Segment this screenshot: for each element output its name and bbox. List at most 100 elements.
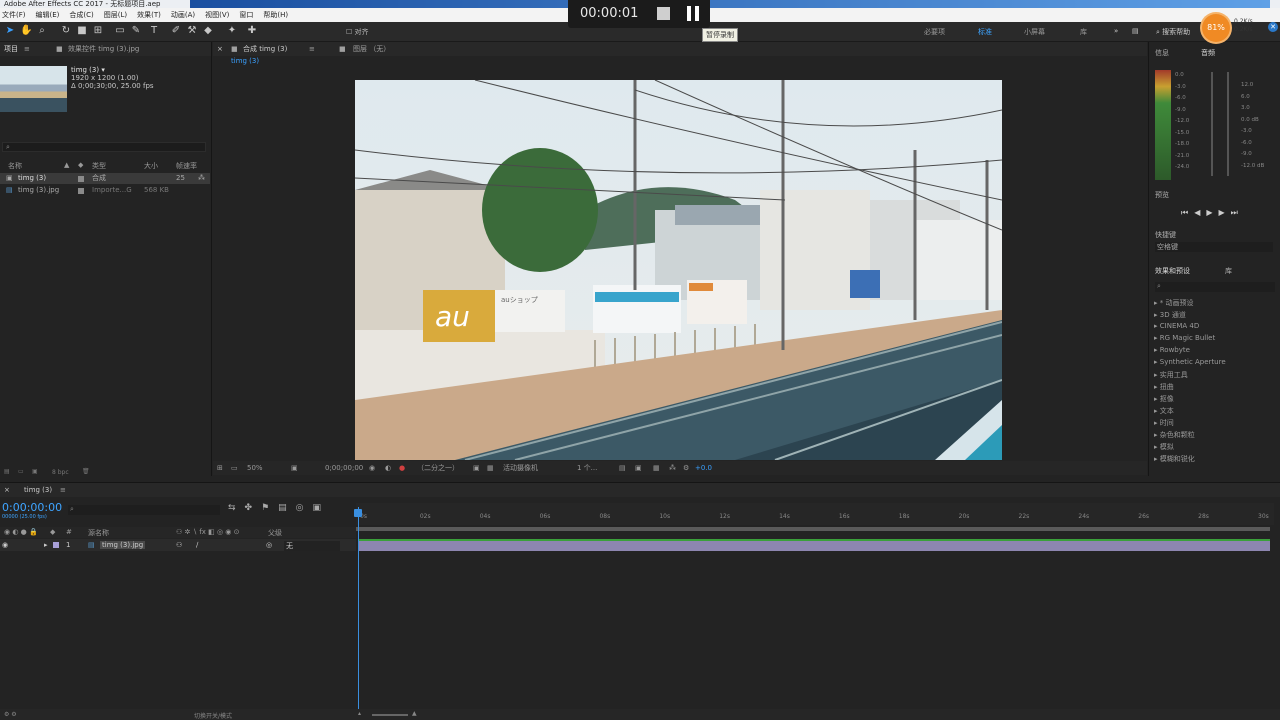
new-composition-icon[interactable]: ▣ (32, 468, 38, 475)
effect-category[interactable]: ▸ * 动画预设 (1154, 298, 1193, 308)
tab-composition[interactable]: 合成 timg (3) (243, 42, 287, 56)
visibility-toggle-icon[interactable]: ◉ (2, 541, 8, 549)
camera-tool-icon[interactable]: ■ (76, 25, 88, 37)
layer-switches-icon[interactable]: ⚙ ⚙ (4, 711, 17, 718)
tab-audio[interactable]: 音频 (1201, 48, 1215, 58)
color-depth[interactable]: 8 bpc (52, 469, 69, 476)
timeline-search-input[interactable]: ⌕ (68, 505, 220, 515)
project-row-composition[interactable]: ▣ timg (3) 合成 25 ⁂ (0, 173, 210, 184)
zoom-out-icon[interactable]: ▴ (358, 710, 361, 717)
stop-recording-button[interactable] (657, 7, 670, 20)
composition-frame[interactable]: au auショップ (355, 80, 1002, 460)
expand-arrow-icon[interactable]: ▸ (44, 541, 48, 549)
zoom-in-icon[interactable]: ▲ (412, 710, 417, 717)
interpret-footage-icon[interactable]: ▤ (4, 468, 10, 475)
close-widget-icon[interactable]: ✕ (1268, 22, 1278, 32)
trash-icon[interactable]: 🗑 (82, 468, 90, 475)
effect-category[interactable]: ▸ CINEMA 4D (1154, 322, 1199, 330)
quality-switch-icon[interactable]: ∕ (196, 541, 198, 549)
timeline-icon[interactable]: ▦ (653, 461, 660, 475)
tab-timeline[interactable]: timg (3) (24, 483, 52, 497)
menu-help[interactable]: 帮助(H) (263, 8, 288, 22)
pixel-aspect-icon[interactable]: ▤ (619, 461, 626, 475)
always-preview-icon[interactable]: ⊞ (217, 461, 223, 475)
fast-previews-icon[interactable]: ▣ (635, 461, 642, 475)
timeline-current-time[interactable]: 0:00:00:00 (2, 501, 62, 514)
close-tab-icon[interactable]: × (4, 483, 10, 497)
color-channel-icon[interactable]: ● (399, 461, 405, 475)
pen-tool-icon[interactable]: ✎ (130, 25, 142, 37)
col-name[interactable]: 名称 (8, 161, 22, 171)
effect-category[interactable]: ▸ 实用工具 (1154, 370, 1188, 380)
col-parent[interactable]: 父级 (268, 528, 282, 538)
snap-checkbox[interactable]: ☐ 对齐 (346, 27, 369, 37)
hand-tool-icon[interactable]: ✋ (20, 25, 32, 37)
project-search-input[interactable]: ⌕ (2, 142, 206, 152)
lock-icon[interactable]: ■ (231, 42, 238, 56)
col-source-name[interactable]: 源名称 (88, 528, 109, 538)
selection-tool-icon[interactable]: ➤ (4, 25, 16, 37)
col-size[interactable]: 大小 (144, 161, 158, 171)
zoom-tool-icon[interactable]: ⌕ (36, 25, 48, 37)
rotate-tool-icon[interactable]: ↻ (60, 25, 72, 37)
toggle-switches-modes[interactable]: 切换开关/模式 (194, 711, 232, 720)
effect-category[interactable]: ▸ 抠像 (1154, 394, 1174, 404)
effect-category[interactable]: ▸ 扭曲 (1154, 382, 1174, 392)
tab-effects-presets[interactable]: 效果和预设 (1155, 266, 1190, 276)
shortcut-dropdown[interactable]: 空格键 (1155, 242, 1273, 252)
flowchart-icon[interactable]: ⁂ (198, 173, 205, 184)
menu-layer[interactable]: 图层(L) (104, 8, 127, 22)
sync-icon[interactable]: ▤ (1132, 27, 1139, 35)
layer-duration-bar[interactable] (358, 539, 1270, 551)
tab-library[interactable]: 库 (1225, 266, 1232, 276)
parent-pickwhip-icon[interactable]: ◎ (266, 541, 272, 549)
flowchart-icon[interactable]: ⁂ (669, 461, 676, 475)
menu-file[interactable]: 文件(F) (2, 8, 26, 22)
tab-effect-controls[interactable]: 效果控件 timg (3).jpg (68, 42, 139, 56)
rectangle-tool-icon[interactable]: ▭ (114, 25, 126, 37)
workspace-standard[interactable]: 标准 (978, 27, 992, 37)
parent-dropdown[interactable]: 无 (284, 541, 340, 551)
clone-stamp-tool-icon[interactable]: ⚒ (186, 25, 198, 37)
menu-view[interactable]: 视图(V) (205, 8, 229, 22)
effects-search-input[interactable]: ⌕ (1155, 282, 1275, 292)
tab-preview[interactable]: 预览 (1155, 190, 1169, 200)
panel-menu-icon[interactable]: ≡ (24, 42, 30, 56)
audio-slider-left[interactable] (1211, 72, 1213, 176)
menu-animation[interactable]: 动画(A) (171, 8, 195, 22)
col-type[interactable]: 类型 (92, 161, 106, 171)
workspace-libraries[interactable]: 库 (1080, 27, 1087, 37)
comp-breadcrumb[interactable]: timg (3) (231, 57, 259, 65)
region-icon[interactable]: ▣ (291, 461, 298, 475)
cpu-usage-badge[interactable]: 81% (1202, 14, 1230, 42)
shy-switch-icon[interactable]: ⚇ (176, 541, 182, 549)
menu-effect[interactable]: 效果(T) (137, 8, 161, 22)
effect-category[interactable]: ▸ 杂色和颗粒 (1154, 430, 1195, 440)
effect-category[interactable]: ▸ 3D 通道 (1154, 310, 1186, 320)
pause-recording-button[interactable] (687, 6, 701, 21)
snapshot-icon[interactable]: ◉ (369, 461, 375, 475)
selected-item-name[interactable]: timg (3) ▾ (71, 66, 154, 74)
panel-menu-icon[interactable]: ≡ (309, 42, 315, 56)
new-folder-icon[interactable]: ▭ (18, 468, 24, 475)
tab-info[interactable]: 信息 (1155, 48, 1169, 58)
roi-icon[interactable]: ▣ (473, 461, 480, 475)
layer-row[interactable]: ◉ ▸ 1 ▤ timg (3).jpg ⚇ ∕ ◎ 无 (0, 539, 356, 551)
close-tab-icon[interactable]: × (217, 42, 223, 56)
work-area-bar[interactable] (356, 527, 1270, 531)
panel-menu-icon[interactable]: ≡ (60, 483, 66, 497)
exposure-icon[interactable]: ⚙ (683, 461, 689, 475)
effect-category[interactable]: ▸ Rowbyte (1154, 346, 1190, 354)
menu-composition[interactable]: 合成(C) (69, 8, 93, 22)
current-time-indicator[interactable] (358, 507, 359, 715)
transparency-grid-icon[interactable]: ▦ (487, 461, 494, 475)
monitor-icon[interactable]: ▭ (231, 461, 238, 475)
workspace-overflow-icon[interactable]: » (1114, 27, 1118, 35)
project-row-footage[interactable]: ▤ timg (3).jpg Importe...G 568 KB (0, 185, 210, 196)
show-snapshot-icon[interactable]: ◐ (385, 461, 391, 475)
sort-arrow-icon[interactable]: ▲ (64, 161, 69, 169)
camera-dropdown[interactable]: 活动摄像机 (503, 461, 538, 475)
workspace-small-screen[interactable]: 小屏幕 (1024, 27, 1045, 37)
pan-behind-tool-icon[interactable]: ⊞ (92, 25, 104, 37)
workspace-essentials[interactable]: 必要项 (924, 27, 945, 37)
